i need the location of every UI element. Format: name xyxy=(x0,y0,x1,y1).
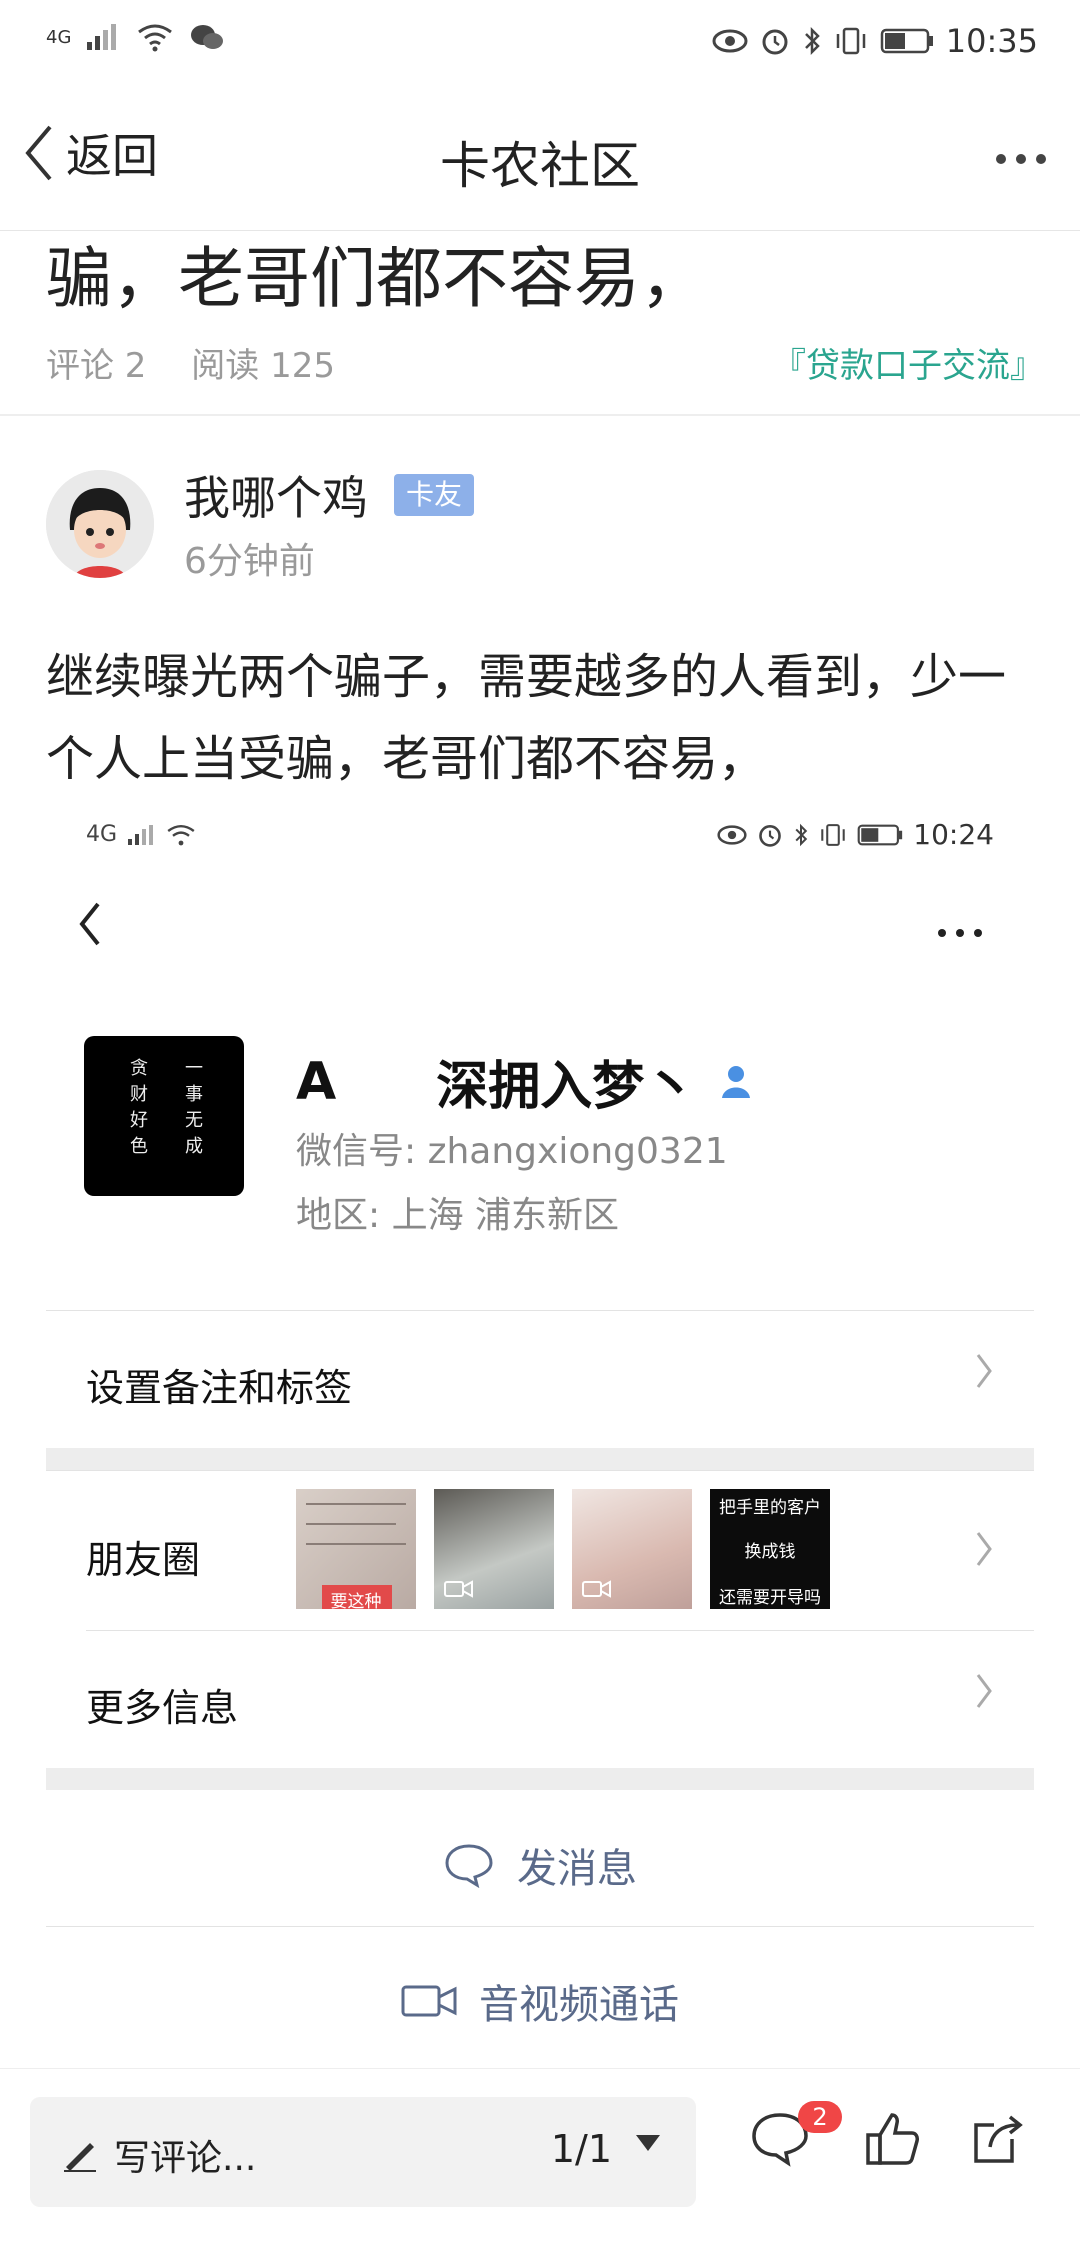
avatar[interactable] xyxy=(46,470,154,578)
vibrate-icon xyxy=(821,823,846,846)
chevron-right-icon xyxy=(974,1351,994,1402)
chevron-right-icon xyxy=(974,1529,994,1580)
signal-icon xyxy=(87,24,117,50)
moment-thumb-video xyxy=(572,1489,692,1609)
profile-region: 地区: 上海 浦东新区 xyxy=(296,1195,620,1236)
more-info-row[interactable]: 更多信息 xyxy=(86,1630,1034,1769)
moment-thumb-caption: 要这种 xyxy=(330,1592,382,1609)
video-icon xyxy=(582,1580,611,1598)
bluetooth-icon xyxy=(804,26,820,56)
moment-thumb: 要这种 xyxy=(296,1489,416,1609)
section-gap xyxy=(46,1768,1034,1790)
thumb-line3: 还需要开导吗 xyxy=(719,1588,821,1608)
profile-name-part2: 深拥入梦丶 xyxy=(436,1057,697,1117)
wechat-id: 微信号: zhangxiong0321 xyxy=(296,1131,728,1172)
article-meta: 评论 2 阅读 125 xyxy=(46,338,369,387)
avatar-text-right: 一事无成 xyxy=(182,1058,203,1162)
video-call-label: 音视频通话 xyxy=(479,1982,679,2028)
post-body: 继续曝光两个骗子，需要越多的人看到，少一个人上当受骗，老哥们都不容易， xyxy=(46,649,1007,787)
moments-row[interactable]: 朋友圈 要这种 把手里的客户 换成钱 还需要开导吗 xyxy=(46,1470,1034,1631)
more-dots-icon xyxy=(938,929,982,937)
thumbs-up-icon xyxy=(866,2113,919,2165)
moment-thumb-video xyxy=(434,1489,554,1609)
shot-more-button[interactable] xyxy=(936,904,984,948)
shot-status-right: 10:24 xyxy=(717,818,994,851)
comment-count: 评论 2 xyxy=(46,346,147,386)
post-time: 6分钟前 xyxy=(184,541,315,582)
shot-status-left: 4G xyxy=(86,822,197,847)
user-badge: 卡友 xyxy=(394,474,475,516)
status-bar: 4G 10:35 xyxy=(0,0,1080,80)
eye-icon xyxy=(712,29,748,53)
vibrate-icon xyxy=(836,27,866,55)
page-title: 卡农社区 xyxy=(440,137,640,195)
video-camera-icon xyxy=(401,1985,457,2017)
profile-name: A 深拥入梦丶 xyxy=(296,1044,756,1119)
dropdown-arrow-icon[interactable] xyxy=(634,2133,662,2153)
moments-thumbnails: 要这种 把手里的客户 换成钱 还需要开导吗 xyxy=(296,1489,830,1609)
wechat-icon xyxy=(191,25,224,49)
notification-badge: 2 xyxy=(798,2101,842,2133)
remark-label: 设置备注和标签 xyxy=(86,1366,353,1410)
wifi-icon xyxy=(138,24,173,52)
chevron-left-icon xyxy=(79,902,100,946)
bluetooth-icon xyxy=(795,823,808,846)
video-icon xyxy=(444,1580,473,1598)
thumb-line1: 把手里的客户 xyxy=(719,1498,821,1518)
avatar-image xyxy=(46,470,154,578)
more-info-label: 更多信息 xyxy=(86,1686,239,1730)
thumb-line2: 换成钱 xyxy=(744,1542,796,1562)
battery-icon xyxy=(857,824,903,845)
shot-back-button[interactable] xyxy=(76,900,104,961)
divider xyxy=(0,414,1080,416)
person-icon xyxy=(722,1065,751,1098)
wifi-icon xyxy=(167,824,195,845)
embedded-screenshot[interactable]: 4G 10:24 一事无成 贪财好色 A 深拥入梦丶 微信号: zhangxio… xyxy=(46,800,1034,2068)
eye-icon xyxy=(717,824,747,845)
comment-placeholder: 写评论... xyxy=(114,2138,257,2179)
bottom-bar: 写评论... 1/1 2 xyxy=(0,2068,1080,2245)
battery-icon xyxy=(880,28,933,54)
video-call-button[interactable]: 音视频通话 xyxy=(46,1972,1034,2030)
section-gap xyxy=(46,1448,1034,1470)
page-indicator[interactable]: 1/1 xyxy=(551,2127,612,2171)
status-right: 10:35 xyxy=(712,22,1038,60)
send-message-label: 发消息 xyxy=(517,1846,637,1892)
read-count: 阅读 125 xyxy=(191,346,335,386)
chevron-right-icon xyxy=(974,1671,994,1722)
share-button[interactable] xyxy=(968,2109,1038,2179)
alarm-icon xyxy=(762,29,788,55)
send-message-button[interactable]: 发消息 xyxy=(46,1836,1034,1894)
author-name[interactable]: 我哪个鸡 xyxy=(184,462,368,528)
status-time: 10:35 xyxy=(945,22,1038,60)
moments-label: 朋友圈 xyxy=(86,1538,201,1582)
status-left: 4G xyxy=(46,22,225,52)
alarm-icon xyxy=(759,824,782,847)
chat-bubble-icon xyxy=(445,1844,493,1888)
comment-input[interactable]: 写评论... 1/1 xyxy=(30,2097,696,2207)
more-menu-button[interactable] xyxy=(994,126,1048,177)
article-headline: 骗，老哥们都不容易， xyxy=(46,240,706,317)
remark-row[interactable]: 设置备注和标签 xyxy=(46,1310,1034,1449)
action-divider xyxy=(46,1926,1034,1927)
profile-name-part1: A xyxy=(296,1051,337,1112)
nav-bar: 返回 卡农社区 xyxy=(0,80,1080,231)
more-dots-icon xyxy=(996,154,1046,164)
share-icon xyxy=(974,2115,1023,2163)
shot-network-label: 4G xyxy=(86,822,118,847)
like-button[interactable] xyxy=(862,2109,932,2179)
pencil-icon xyxy=(64,2143,96,2172)
moment-thumb-text: 把手里的客户 换成钱 还需要开导吗 xyxy=(710,1489,830,1609)
avatar-text-left: 贪财好色 xyxy=(127,1058,148,1162)
shot-status-time: 10:24 xyxy=(913,818,994,851)
network-label: 4G xyxy=(46,26,72,48)
profile-avatar[interactable]: 一事无成 贪财好色 xyxy=(84,1036,244,1196)
signal-icon xyxy=(128,824,154,845)
topic-link[interactable]: 『贷款口子交流』 xyxy=(772,338,1044,387)
